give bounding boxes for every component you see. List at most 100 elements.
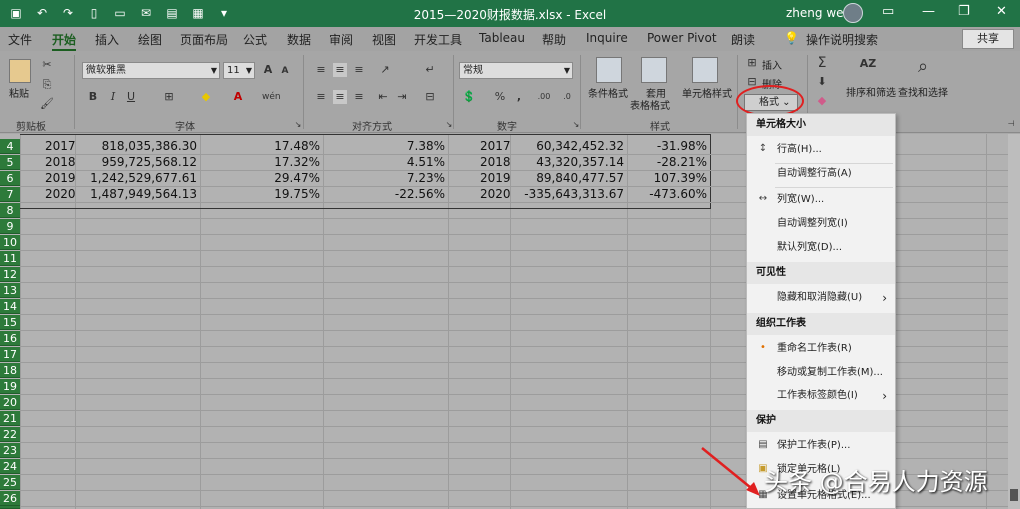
profit-cell[interactable]: 89,840,477.57 xyxy=(510,171,624,186)
profit-growth-cell[interactable]: -28.21% xyxy=(627,155,707,170)
year-cell[interactable]: 2020 xyxy=(480,187,511,202)
year-cell[interactable]: 2019 xyxy=(480,171,511,186)
paste-icon[interactable] xyxy=(9,59,31,83)
tab-color-item[interactable]: 工作表标签颜色(I) › xyxy=(747,384,895,408)
row-header[interactable]: 13 xyxy=(0,283,20,298)
autofit-column-item[interactable]: 自动调整列宽(I) xyxy=(747,212,895,236)
profit-cell[interactable]: 43,320,357.14 xyxy=(510,155,624,170)
tab-formulas[interactable]: 公式 xyxy=(243,31,267,48)
row-header[interactable]: 20 xyxy=(0,395,20,410)
profit-growth-cell[interactable]: -31.98% xyxy=(627,139,707,154)
row-header[interactable]: 22 xyxy=(0,427,20,442)
font-size-combo[interactable]: 11 ▼ xyxy=(223,62,255,79)
row-header[interactable]: 15 xyxy=(0,315,20,330)
row-header[interactable]: 10 xyxy=(0,235,20,250)
table-format-icon[interactable] xyxy=(641,57,667,83)
insert-cells-icon[interactable]: ⊞ xyxy=(745,56,759,70)
number-format-combo[interactable]: 常规 ▼ xyxy=(459,62,573,79)
increase-decimal-icon[interactable]: .00 xyxy=(537,90,551,104)
align-bottom-icon[interactable]: ≡ xyxy=(352,63,366,77)
row-header[interactable]: 21 xyxy=(0,411,20,426)
growth-cell[interactable]: 17.48% xyxy=(200,139,320,154)
clear-icon[interactable]: ◆ xyxy=(815,94,829,108)
row-header[interactable]: 9 xyxy=(0,219,20,234)
year-cell[interactable]: 2018 xyxy=(480,155,511,170)
paste-button[interactable]: 粘贴 xyxy=(9,85,29,100)
revenue-cell[interactable]: 1,487,949,564.13 xyxy=(75,187,197,202)
tab-tableau[interactable]: Tableau xyxy=(479,31,525,45)
decrease-indent-icon[interactable]: ⇤ xyxy=(376,90,390,104)
share-button[interactable]: 共享 xyxy=(962,29,1014,49)
close-icon[interactable]: ✕ xyxy=(996,4,1007,19)
row-header[interactable]: 23 xyxy=(0,443,20,458)
tab-file[interactable]: 文件 xyxy=(8,31,32,48)
collapse-ribbon-icon[interactable]: ⊣ xyxy=(1004,117,1018,131)
row-header[interactable]: 5 xyxy=(0,155,20,170)
row-header[interactable]: 17 xyxy=(0,347,20,362)
row-header[interactable]: 16 xyxy=(0,331,20,346)
autofit-row-item[interactable]: 自动调整行高(A) xyxy=(747,162,895,186)
ratio-cell[interactable]: -22.56% xyxy=(323,187,445,202)
tab-developer[interactable]: 开发工具 xyxy=(414,31,462,48)
underline-icon[interactable]: U xyxy=(124,90,138,104)
year-cell[interactable]: 2017 xyxy=(480,139,511,154)
profit-growth-cell[interactable]: -473.60% xyxy=(627,187,707,202)
row-header[interactable]: 12 xyxy=(0,267,20,282)
bold-icon[interactable]: B xyxy=(86,90,100,104)
cell-style-button[interactable]: 单元格样式 xyxy=(682,85,732,100)
row-header[interactable]: 14 xyxy=(0,299,20,314)
tab-inquire[interactable]: Inquire xyxy=(586,31,628,45)
sort-filter-button[interactable]: 排序和筛选 xyxy=(846,84,896,99)
tab-insert[interactable]: 插入 xyxy=(95,31,119,48)
accounting-format-icon[interactable]: 💲 xyxy=(462,90,476,104)
ratio-cell[interactable]: 4.51% xyxy=(323,155,445,170)
fill-icon[interactable]: ⬇ xyxy=(815,75,829,89)
column-width-item[interactable]: ↔ 列宽(W)... xyxy=(747,188,895,212)
tab-data[interactable]: 数据 xyxy=(287,31,311,48)
tab-page-layout[interactable]: 页面布局 xyxy=(180,31,228,48)
orientation-icon[interactable]: ↗ xyxy=(378,63,392,77)
conditional-format-icon[interactable] xyxy=(596,57,622,83)
rename-sheet-item[interactable]: • 重命名工作表(R) xyxy=(747,337,895,361)
table-format-button-line2[interactable]: 表格格式 xyxy=(630,97,670,112)
row-header[interactable]: 11 xyxy=(0,251,20,266)
insert-cells-button[interactable]: 插入 xyxy=(762,57,782,72)
growth-cell[interactable]: 17.32% xyxy=(200,155,320,170)
minimize-icon[interactable]: — xyxy=(922,4,935,19)
conditional-format-button[interactable]: 条件格式 xyxy=(588,85,628,100)
align-top-icon[interactable]: ≡ xyxy=(314,63,328,77)
fill-color-icon[interactable]: ◆ xyxy=(199,90,213,104)
cell-style-icon[interactable] xyxy=(692,57,718,83)
move-copy-item[interactable]: 移动或复制工作表(M)... xyxy=(747,361,895,385)
search-icon[interactable]: ⌕ xyxy=(912,56,934,78)
font-name-combo[interactable]: 微软雅黑 ▼ xyxy=(82,62,220,79)
align-middle-icon[interactable]: ≡ xyxy=(333,63,347,77)
sort-filter-icon[interactable]: AZ xyxy=(857,57,879,71)
row-header[interactable]: 26 xyxy=(0,491,20,506)
row-header[interactable]: 6 xyxy=(0,171,20,186)
find-select-button[interactable]: 查找和选择 xyxy=(898,84,948,99)
row-header[interactable]: 18 xyxy=(0,363,20,378)
borders-icon[interactable]: ⊞ xyxy=(162,90,176,104)
row-header[interactable]: 7 xyxy=(0,187,20,202)
copy-icon[interactable]: ⎘ xyxy=(40,78,54,92)
align-right-icon[interactable]: ≡ xyxy=(352,90,366,104)
align-left-icon[interactable]: ≡ xyxy=(314,90,328,104)
restore-icon[interactable]: ❐ xyxy=(958,4,970,19)
merge-center-icon[interactable]: ⊟ xyxy=(423,90,437,104)
cut-icon[interactable]: ✂ xyxy=(40,58,54,72)
row-header[interactable]: 25 xyxy=(0,475,20,490)
profit-cell[interactable]: -335,643,313.67 xyxy=(510,187,624,202)
row-header[interactable]: 8 xyxy=(0,203,20,218)
tab-help[interactable]: 帮助 xyxy=(542,31,566,48)
ribbon-display-icon[interactable]: ▭ xyxy=(882,4,894,19)
profit-growth-cell[interactable]: 107.39% xyxy=(627,171,707,186)
default-width-item[interactable]: 默认列宽(D)... xyxy=(747,236,895,260)
hide-unhide-item[interactable]: 隐藏和取消隐藏(U) › xyxy=(747,286,895,310)
row-header[interactable]: 19 xyxy=(0,379,20,394)
phonetic-icon[interactable]: wén xyxy=(262,90,281,104)
growth-cell[interactable]: 29.47% xyxy=(200,171,320,186)
align-center-icon[interactable]: ≡ xyxy=(333,90,347,104)
tab-draw[interactable]: 绘图 xyxy=(138,31,162,48)
tab-view[interactable]: 视图 xyxy=(372,31,396,48)
